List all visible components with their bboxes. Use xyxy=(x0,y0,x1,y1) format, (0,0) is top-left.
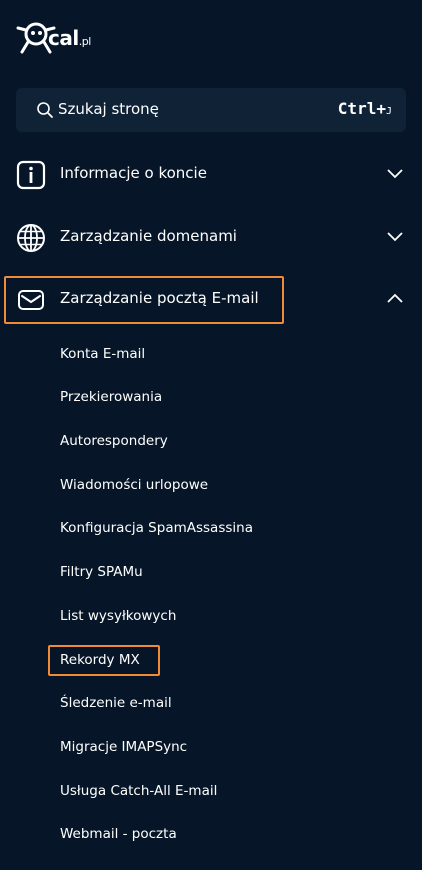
chevron-up-icon xyxy=(387,293,403,303)
submenu-item[interactable]: Webmail - poczta xyxy=(60,826,177,842)
submenu-item[interactable]: Filtry SPAMu xyxy=(60,564,143,580)
nav-item-account-info[interactable]: Informacje o koncie xyxy=(4,151,418,199)
envelope-icon xyxy=(18,290,44,310)
submenu-item[interactable]: Śledzenie e-mail xyxy=(60,695,172,711)
search-label: Szukaj stronę xyxy=(58,100,159,118)
submenu-item[interactable]: Przekierowania xyxy=(60,389,162,405)
submenu-item[interactable]: Wiadomości urlopowe xyxy=(60,477,208,493)
nav-item-email[interactable]: Zarządzanie pocztą E-mail xyxy=(4,276,418,324)
submenu-item[interactable]: List wysyłkowych xyxy=(60,608,176,624)
nav-item-label: Zarządzanie domenami xyxy=(60,227,237,245)
submenu-item-mx-records[interactable]: Rekordy MX xyxy=(60,652,140,668)
nav-item-domains[interactable]: Zarządzanie domenami xyxy=(4,214,418,262)
info-icon xyxy=(16,160,46,190)
nav-item-label: Zarządzanie pocztą E-mail xyxy=(60,289,259,307)
search-icon xyxy=(37,102,53,118)
submenu-item[interactable]: Migracje IMAPSync xyxy=(60,739,187,755)
nav-item-label: Informacje o koncie xyxy=(60,164,207,182)
submenu-item[interactable]: Konfiguracja SpamAssassina xyxy=(60,520,253,536)
submenu-item[interactable]: Konta E-mail xyxy=(60,346,145,362)
logo-text: cal.pl xyxy=(48,26,91,50)
search-bar[interactable]: Szukaj stronę Ctrl+J xyxy=(16,88,406,132)
chevron-down-icon xyxy=(387,169,403,179)
search-shortcut: Ctrl+J xyxy=(337,99,392,118)
chevron-down-icon xyxy=(387,232,403,242)
submenu-item[interactable]: Usługa Catch-All E-mail xyxy=(60,783,217,799)
globe-icon xyxy=(17,224,45,252)
submenu-item[interactable]: Autorespondery xyxy=(60,433,168,449)
